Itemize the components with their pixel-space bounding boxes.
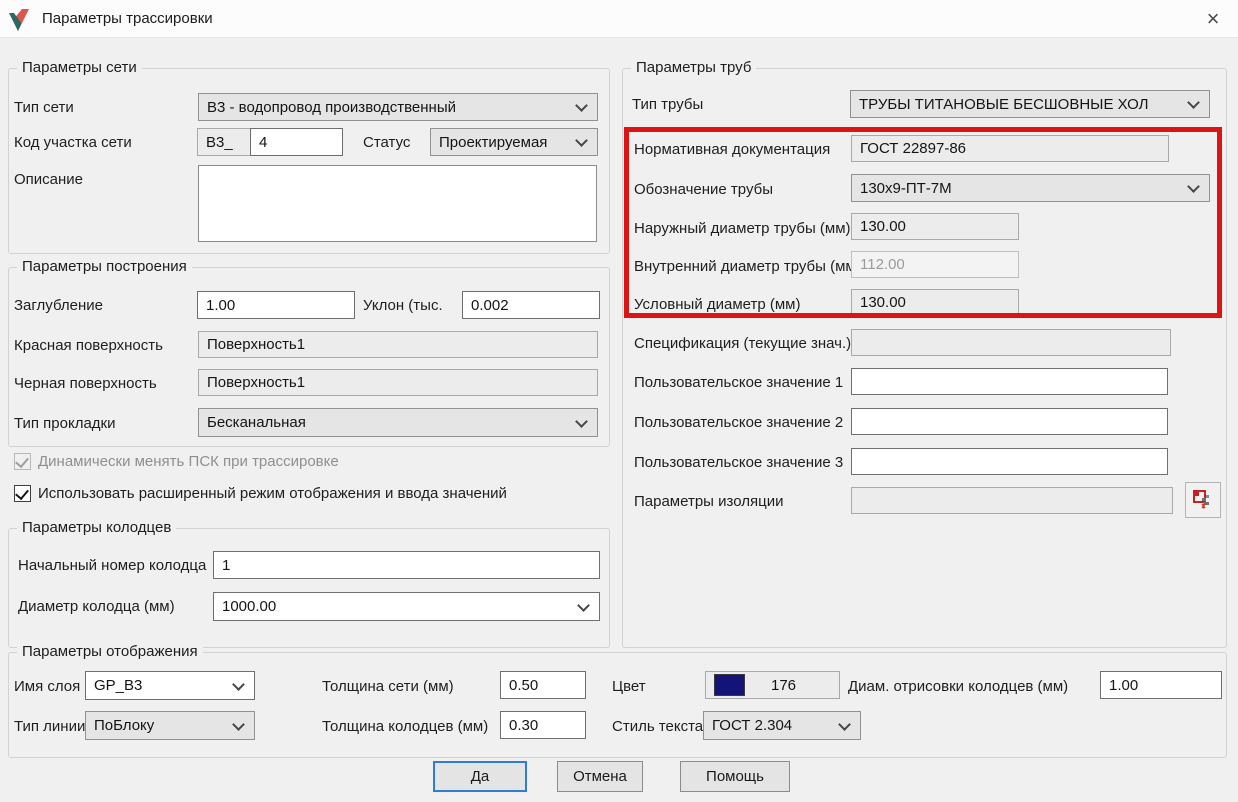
title-bar[interactable]: Параметры трассировки × (0, 0, 1238, 38)
checkmark-icon (15, 486, 29, 500)
window-title: Параметры трассировки (42, 10, 213, 27)
laying-type-label: Тип прокладки (14, 415, 116, 432)
depth-label: Заглубление (14, 297, 103, 314)
pipe-inner-diam-field: 112.00 (851, 251, 1019, 278)
checkmark-icon (15, 454, 29, 468)
pipe-doc-label: Нормативная документация (634, 141, 830, 158)
pipe-outer-diam-label: Наружный диаметр трубы (мм) (634, 220, 851, 237)
well-width-input[interactable]: 0.30 (500, 711, 586, 739)
pipe-user2-label: Пользовательское значение 2 (634, 414, 843, 431)
pipe-user1-input[interactable] (851, 368, 1168, 395)
depth-input[interactable]: 1.00 (197, 291, 355, 319)
group-network-title: Параметры сети (17, 59, 142, 76)
pipe-spec-field (851, 329, 1171, 356)
extended-mode-label: Использовать расширенный режим отображен… (38, 485, 507, 502)
chevron-down-icon (1187, 180, 1200, 193)
laying-type-select[interactable]: Бесканальная (198, 408, 598, 437)
net-description-label: Описание (14, 171, 83, 188)
chevron-down-icon (232, 718, 245, 731)
close-icon[interactable]: × (1198, 4, 1228, 34)
dynamic-ucs-checkbox (14, 453, 31, 470)
pipe-designation-select[interactable]: 130x9-ПТ-7М (851, 174, 1210, 202)
app-logo-icon (8, 8, 32, 32)
chevron-down-icon (575, 134, 588, 147)
pipe-user3-input[interactable] (851, 448, 1168, 475)
text-style-select[interactable]: ГОСТ 2.304 (703, 711, 861, 740)
chevron-down-icon (575, 415, 588, 428)
pipe-inner-diam-label: Внутренний диаметр трубы (мм) (634, 258, 861, 275)
net-status-label: Статус (363, 134, 410, 151)
well-draw-diam-input[interactable]: 1.00 (1100, 671, 1222, 699)
color-index-value: 176 (771, 677, 796, 694)
pipe-user3-label: Пользовательское значение 3 (634, 454, 843, 471)
group-build-title: Параметры построения (17, 258, 192, 275)
net-status-select[interactable]: Проектируемая (430, 128, 598, 156)
insulation-label: Параметры изоляции (634, 493, 783, 510)
color-label: Цвет (612, 678, 646, 695)
slope-label: Уклон (тыс. (363, 297, 443, 314)
pipe-designation-label: Обозначение трубы (634, 181, 773, 198)
chevron-down-icon (232, 678, 245, 691)
group-pipes-title: Параметры труб (631, 59, 756, 76)
extended-mode-checkbox[interactable] (14, 485, 31, 502)
linetype-label: Тип линии (14, 718, 85, 735)
chevron-down-icon (575, 99, 588, 112)
net-type-label: Тип сети (14, 99, 74, 116)
pipe-nominal-diam-label: Условный диаметр (мм) (634, 296, 801, 313)
pipe-type-label: Тип трубы (632, 96, 703, 113)
net-code-prefix: В3_ (197, 128, 251, 156)
pipe-spec-label: Спецификация (текущие знач.) (634, 335, 851, 352)
net-width-label: Толщина сети (мм) (322, 678, 454, 695)
well-start-number-input[interactable]: 1 (213, 551, 600, 579)
pipe-outer-diam-field: 130.00 (851, 213, 1019, 240)
well-draw-diam-label: Диам. отрисовки колодцев (мм) (848, 678, 1068, 695)
chevron-down-icon (577, 599, 590, 612)
group-wells-params: Параметры колодцев (8, 528, 610, 648)
text-style-label: Стиль текста (612, 718, 703, 735)
group-wells-title: Параметры колодцев (17, 519, 176, 536)
insulation-field (851, 487, 1173, 514)
pipe-doc-field: ГОСТ 22897-86 (851, 135, 1169, 162)
net-description-input[interactable] (198, 165, 597, 242)
layer-name-label: Имя слоя (14, 678, 80, 695)
pipe-type-select[interactable]: ТРУБЫ ТИТАНОВЫЕ БЕСШОВНЫЕ ХОЛ (850, 90, 1210, 118)
slope-input[interactable]: 0.002 (462, 291, 600, 319)
dynamic-ucs-label: Динамически менять ПСК при трассировке (38, 453, 339, 470)
net-width-input[interactable]: 0.50 (500, 671, 586, 699)
cancel-button[interactable]: Отмена (557, 761, 643, 792)
black-surface-label: Черная поверхность (14, 375, 157, 392)
ok-button[interactable]: Да (433, 761, 527, 792)
color-field[interactable]: 176 (705, 671, 840, 699)
chevron-down-icon (838, 718, 851, 731)
red-surface-label: Красная поверхность (14, 337, 163, 354)
pipe-user2-input[interactable] (851, 408, 1168, 435)
linetype-select[interactable]: ПоБлоку (85, 711, 255, 740)
black-surface-field: Поверхность1 (198, 369, 598, 396)
color-swatch (714, 674, 745, 696)
insulation-table-icon (1193, 490, 1213, 510)
group-display-params: Параметры отображения (8, 652, 1227, 758)
chevron-down-icon (1187, 96, 1200, 109)
well-width-label: Толщина колодцев (мм) (322, 718, 488, 735)
group-display-title: Параметры отображения (17, 643, 203, 660)
well-start-number-label: Начальный номер колодца (18, 557, 206, 574)
help-button[interactable]: Помощь (680, 761, 790, 792)
net-code-label: Код участка сети (14, 134, 132, 151)
net-code-input[interactable]: 4 (250, 128, 343, 156)
well-diameter-label: Диаметр колодца (мм) (18, 598, 175, 615)
layer-name-select[interactable]: GP_B3 (85, 671, 255, 700)
insulation-params-button[interactable] (1185, 482, 1221, 518)
well-diameter-select[interactable]: 1000.00 (213, 592, 600, 621)
red-surface-field: Поверхность1 (198, 331, 598, 358)
net-type-select[interactable]: В3 - водопровод производственный (198, 93, 598, 121)
pipe-nominal-diam-field: 130.00 (851, 289, 1019, 316)
pipe-user1-label: Пользовательское значение 1 (634, 374, 843, 391)
